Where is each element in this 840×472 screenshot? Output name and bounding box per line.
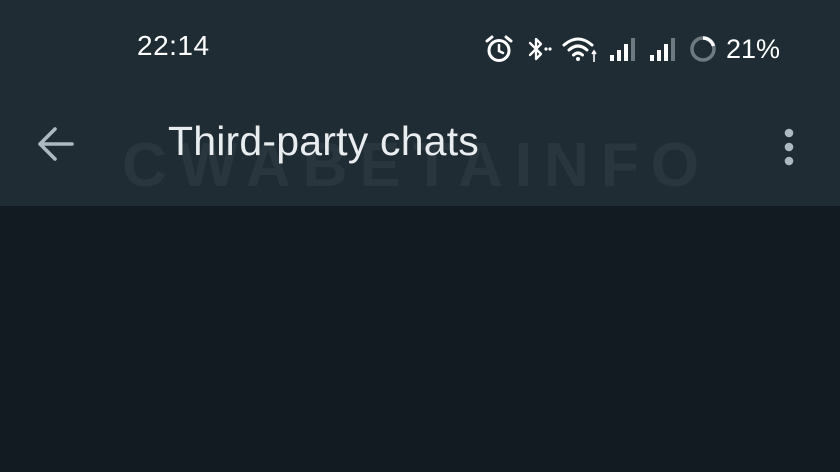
status-bar: 22:14 21% bbox=[0, 0, 840, 96]
arrow-back-icon bbox=[38, 127, 74, 161]
status-time: 22:14 bbox=[137, 30, 210, 61]
screen: 22:14 21% Third-party chats CWABETAINFO bbox=[0, 0, 840, 472]
signal-icon bbox=[648, 34, 678, 64]
battery-percent: 21% bbox=[726, 33, 781, 64]
alarm-icon bbox=[484, 34, 514, 64]
signal-icon bbox=[608, 34, 638, 64]
watermark: CWABETAINFO bbox=[122, 131, 711, 200]
battery-icon bbox=[688, 34, 718, 64]
more-options-button[interactable] bbox=[768, 116, 810, 172]
more-vert-icon bbox=[784, 128, 794, 166]
header: 22:14 21% Third-party chats CWABETAINFO bbox=[0, 0, 840, 206]
bluetooth-icon bbox=[524, 34, 552, 64]
back-button[interactable] bbox=[28, 116, 84, 172]
wifi-icon bbox=[562, 34, 598, 64]
content-area bbox=[0, 206, 840, 472]
status-icons: 21% bbox=[484, 33, 780, 65]
